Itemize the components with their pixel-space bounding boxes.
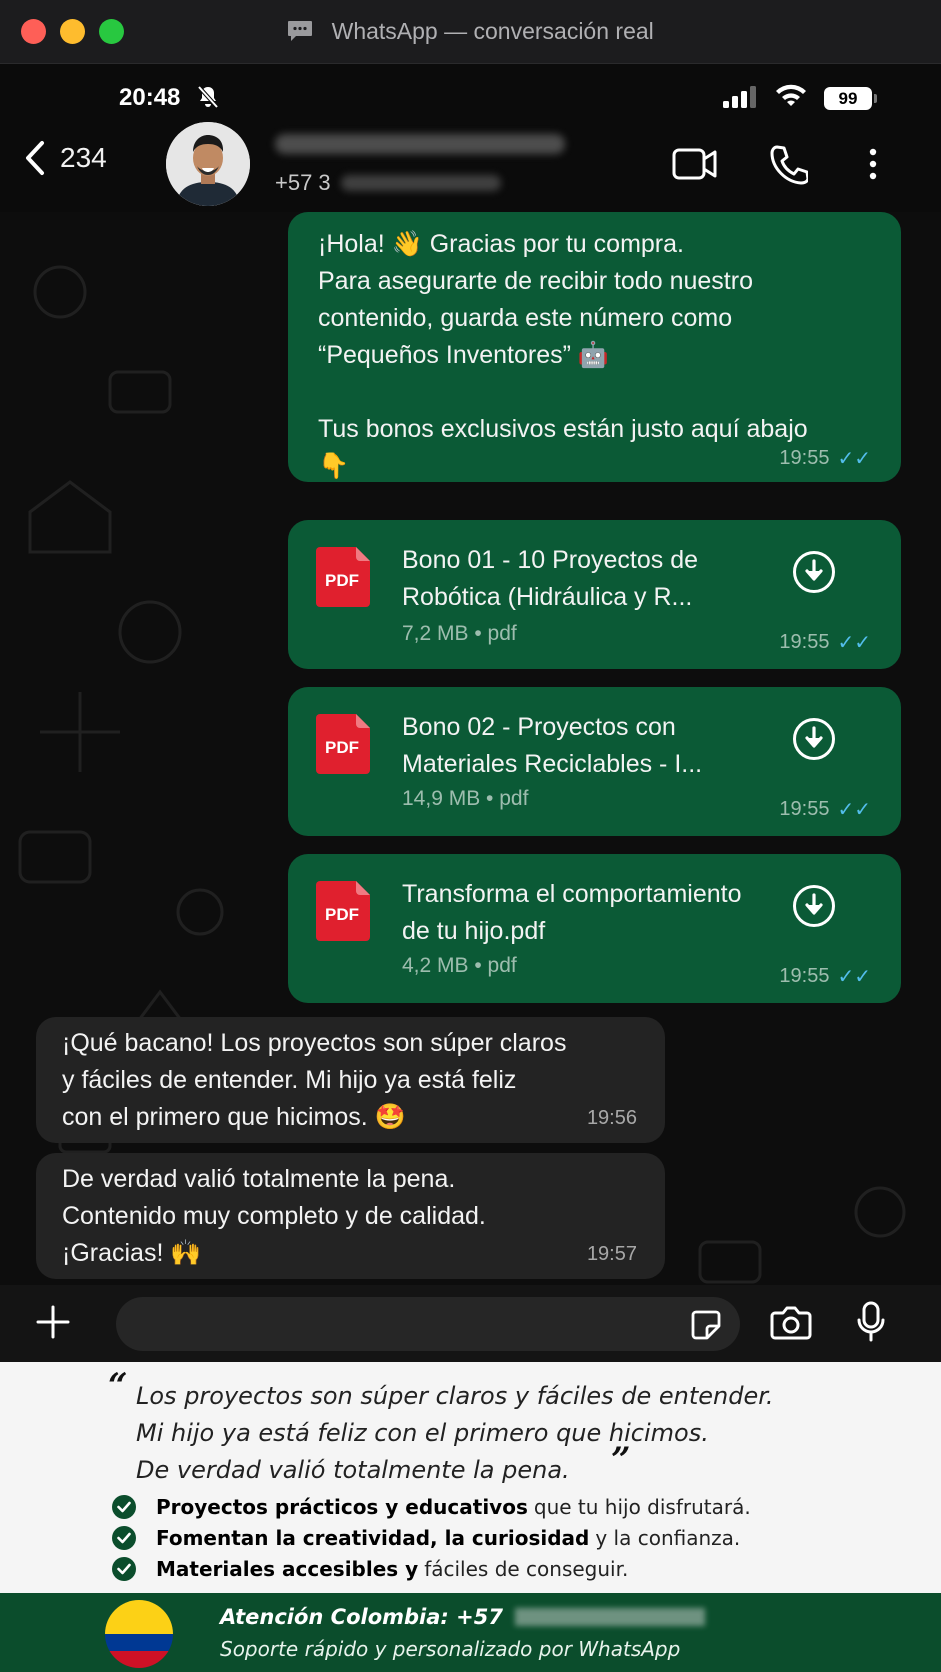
benefit-item: Proyectos prácticos y educativos que tu … [112, 1491, 751, 1522]
download-icon[interactable] [792, 884, 836, 928]
benefit-item: Materiales accesibles y fáciles de conse… [112, 1553, 751, 1584]
message-bubble-outgoing[interactable]: ¡Hola! 👋 Gracias por tu compra. Para ase… [288, 212, 901, 482]
status-bar: 20:48 99 [0, 64, 941, 122]
video-call-icon[interactable] [672, 142, 718, 186]
document-meta: 14,9 MB • pdf [402, 787, 529, 810]
support-subtitle: Soporte rápido y personalizado por Whats… [220, 1637, 681, 1661]
message-time: 19:55 [779, 965, 830, 987]
pdf-icon: PDF [316, 547, 370, 607]
chat-header: 234 +57 3 [0, 122, 941, 212]
contact-name-blurred [275, 134, 565, 154]
wifi-icon [776, 84, 806, 106]
message-time: 19:55 [779, 631, 830, 653]
document-name: Transforma el comportamiento de tu hijo.… [402, 880, 742, 945]
benefit-bold: Fomentan la creatividad, la curiosidad [156, 1525, 590, 1550]
phone-icon[interactable] [768, 142, 808, 186]
benefit-list: Proyectos prácticos y educativos que tu … [112, 1491, 751, 1584]
read-ticks-icon: ✓✓ [837, 632, 871, 654]
testimonial-panel: “ Los proyectos son súper claros y fácil… [0, 1362, 941, 1593]
check-icon [112, 1494, 136, 1519]
avatar[interactable] [166, 122, 250, 206]
window-titlebar: WhatsApp — conversación real [0, 0, 941, 64]
message-time: 19:55 [779, 798, 830, 820]
check-icon [112, 1525, 136, 1550]
status-time: 20:48 [119, 84, 181, 111]
sticker-icon[interactable] [690, 1309, 722, 1341]
read-ticks-icon: ✓✓ [837, 448, 871, 470]
plus-icon[interactable] [36, 1305, 70, 1339]
chat-area[interactable]: ¡Hola! 👋 Gracias por tu compra. Para ase… [0, 212, 941, 1285]
message-time: 19:56 [586, 1107, 637, 1129]
back-button[interactable]: 234 [24, 140, 107, 176]
document-message[interactable]: PDF Bono 02 - Proyectos con Materiales R… [288, 687, 901, 836]
camera-icon[interactable] [770, 1305, 812, 1341]
document-meta: 7,2 MB • pdf [402, 622, 517, 645]
pdf-label: PDF [325, 738, 359, 757]
pdf-label: PDF [325, 905, 359, 924]
message-bubble-incoming[interactable]: De verdad valió totalmente la pena. Cont… [36, 1153, 665, 1279]
download-icon[interactable] [792, 717, 836, 761]
more-icon[interactable] [866, 142, 880, 186]
message-input[interactable] [116, 1297, 740, 1351]
chat-bubble-icon [288, 21, 313, 41]
signal-icon [723, 86, 756, 108]
support-title: Atención Colombia: +57 [220, 1605, 503, 1629]
benefit-text: y la confianza. [595, 1525, 741, 1550]
document-meta: 4,2 MB • pdf [402, 954, 517, 977]
document-name: Bono 02 - Proyectos con Materiales Recic… [402, 713, 703, 778]
document-name: Bono 01 - 10 Proyectos de Robótica (Hidr… [402, 546, 699, 611]
open-quote: “ [108, 1366, 128, 1406]
pdf-icon: PDF [316, 714, 370, 774]
check-icon [112, 1556, 136, 1581]
message-time: 19:57 [586, 1243, 637, 1265]
battery-indicator: 99 [824, 87, 877, 110]
document-message[interactable]: PDF Transforma el comportamiento de tu h… [288, 854, 901, 1003]
benefit-text: fáciles de conseguir. [424, 1556, 629, 1581]
message-bubble-incoming[interactable]: ¡Qué bacano! Los proyectos son súper cla… [36, 1017, 665, 1143]
contact-phone: +57 3 [275, 170, 331, 195]
pdf-label: PDF [325, 571, 359, 590]
support-footer: Atención Colombia: +57 Soporte rápido y … [0, 1593, 941, 1672]
read-ticks-icon: ✓✓ [837, 799, 871, 821]
message-time: 19:55 [779, 447, 830, 469]
message-text: De verdad valió totalmente la pena. Cont… [62, 1165, 486, 1267]
document-message[interactable]: PDF Bono 01 - 10 Proyectos de Robótica (… [288, 520, 901, 669]
message-text: ¡Qué bacano! Los proyectos son súper cla… [62, 1029, 567, 1131]
back-chevron-icon [26, 141, 44, 175]
benefit-bold: Proyectos prácticos y educativos [156, 1494, 528, 1519]
mic-icon[interactable] [856, 1301, 886, 1343]
compose-bar [0, 1285, 941, 1362]
bell-off-icon [197, 85, 219, 109]
testimonial-quote: Los proyectos son súper claros y fáciles… [136, 1382, 774, 1484]
benefit-item: Fomentan la creatividad, la curiosidad y… [112, 1522, 751, 1553]
download-icon[interactable] [792, 550, 836, 594]
colombia-flag-icon [105, 1600, 173, 1668]
unread-count: 234 [60, 142, 107, 173]
contact-phone-blurred [340, 175, 501, 191]
benefit-text: que tu hijo disfrutará. [533, 1494, 751, 1519]
read-ticks-icon: ✓✓ [837, 966, 871, 988]
window-title: WhatsApp — conversación real [331, 18, 654, 44]
pdf-icon: PDF [316, 881, 370, 941]
benefit-bold: Materiales accesibles y [156, 1556, 419, 1581]
support-number-blurred [514, 1608, 705, 1626]
close-quote: ” [611, 1440, 631, 1480]
